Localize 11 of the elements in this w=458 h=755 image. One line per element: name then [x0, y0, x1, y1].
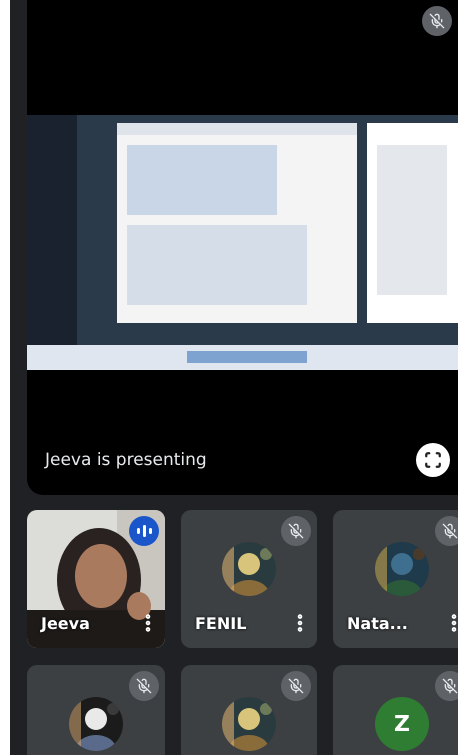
avatar-initial: Z — [375, 697, 429, 751]
presenting-caption: Jeeva is presenting — [45, 450, 207, 470]
fullscreen-button[interactable] — [416, 443, 450, 477]
participant-name: Nata... — [347, 614, 408, 632]
participant-tile[interactable]: Jeeva — [27, 510, 165, 648]
participant-tile[interactable]: FENIL — [181, 510, 317, 648]
participant-name: Jeeva — [41, 614, 90, 632]
fullscreen-icon — [424, 451, 442, 469]
participant-tile[interactable]: Nata... — [333, 510, 458, 648]
participant-tile[interactable]: Z — [333, 665, 458, 755]
participant-name: FENIL — [195, 614, 246, 632]
